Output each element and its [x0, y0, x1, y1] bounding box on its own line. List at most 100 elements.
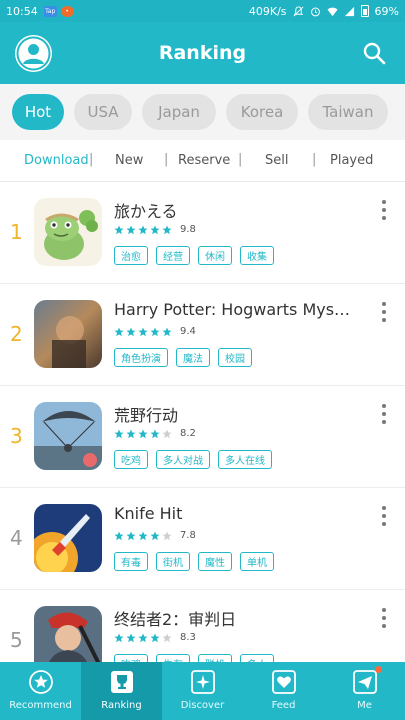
subtab-new[interactable]: New [115, 153, 143, 168]
star-icon [126, 531, 136, 540]
tag-list: 角色扮演 魔法 校园 [114, 348, 252, 367]
star-icon [138, 327, 148, 336]
genre-tag[interactable]: 多人对战 [156, 450, 210, 469]
genre-tag[interactable]: 有毒 [114, 552, 148, 571]
list-item[interactable]: 3 荒野行动 8.2 吃鸡 多人对战 多人在线 [0, 386, 405, 488]
list-item[interactable]: 4 Knife Hit 7.8 有毒 街机 魔性 单机 [0, 488, 405, 590]
list-item[interactable]: 2 Harry Potter: Hogwarts Mys… 9.4 角色扮演 魔… [0, 284, 405, 386]
star-icon [114, 327, 124, 336]
app-icon[interactable] [34, 504, 102, 572]
subtab-download[interactable]: Download [24, 153, 89, 168]
star-empty-icon [162, 633, 172, 642]
nav-recommend[interactable]: Recommend [0, 662, 81, 720]
genre-tag[interactable]: 多人在线 [218, 450, 272, 469]
nav-label: Discover [180, 700, 225, 711]
bottom-nav: Recommend Ranking Discover Feed Me [0, 662, 405, 720]
star-icon [150, 327, 160, 336]
star-icon [126, 327, 136, 336]
app-name: Knife Hit [114, 504, 183, 523]
star-rating: 9.4 [114, 326, 196, 337]
genre-tag[interactable]: 经营 [156, 246, 190, 265]
subtab-played[interactable]: Played [330, 153, 373, 168]
list-item[interactable]: 1 旅かえる 9.8 治愈 经营 休闲 收集 [0, 182, 405, 284]
nav-label: Me [357, 700, 372, 711]
star-rating: 7.8 [114, 530, 196, 541]
nav-feed[interactable]: Feed [243, 662, 324, 720]
genre-tag[interactable]: 治愈 [114, 246, 148, 265]
mute-icon [293, 5, 303, 16]
tag-list: 治愈 经营 休闲 收集 [114, 246, 274, 265]
star-icon [150, 225, 160, 234]
search-icon[interactable] [361, 40, 387, 66]
region-tab-taiwan[interactable]: Taiwan [308, 94, 388, 130]
star-icon [150, 633, 160, 642]
more-options-icon[interactable] [381, 200, 387, 220]
more-options-icon[interactable] [381, 608, 387, 628]
rating-score: 9.4 [180, 326, 196, 337]
rank-number: 3 [10, 424, 23, 448]
paper-plane-icon [352, 670, 377, 694]
heart-icon [271, 670, 296, 694]
region-tab-japan[interactable]: Japan [142, 94, 216, 130]
avatar[interactable] [15, 35, 52, 72]
genre-tag[interactable]: 吃鸡 [114, 450, 148, 469]
nav-me[interactable]: Me [324, 662, 405, 720]
app-name: 旅かえる [114, 202, 178, 221]
user-icon [16, 36, 51, 71]
genre-tag[interactable]: 休闲 [198, 246, 232, 265]
star-rating: 8.3 [114, 632, 196, 643]
trophy-icon [110, 671, 133, 693]
ranking-list: 1 旅かえる 9.8 治愈 经营 休闲 收集 2 Harry Potter: H… [0, 182, 405, 692]
star-icon [162, 225, 172, 234]
rating-score: 8.3 [180, 632, 196, 643]
tag-list: 有毒 街机 魔性 单机 [114, 552, 274, 571]
tag-list: 吃鸡 多人对战 多人在线 [114, 450, 272, 469]
star-rating: 8.2 [114, 428, 196, 439]
signal-icon [344, 6, 354, 16]
status-time: 10:54 [6, 4, 38, 18]
subtab-reserve[interactable]: Reserve [178, 153, 230, 168]
rank-number: 2 [10, 322, 23, 346]
page-title: Ranking [158, 42, 247, 64]
region-tab-usa[interactable]: USA [74, 94, 132, 130]
region-tab-korea[interactable]: Korea [226, 94, 298, 130]
ranking-type-tabs: Download | New | Reserve | Sell | Played [0, 140, 405, 182]
rank-number: 5 [10, 628, 23, 652]
star-rating: 9.8 [114, 224, 196, 235]
app-header: Ranking [0, 22, 405, 84]
nav-ranking[interactable]: Ranking [81, 662, 162, 720]
battery-icon [360, 5, 369, 17]
subtab-sell[interactable]: Sell [265, 153, 288, 168]
star-icon [126, 429, 136, 438]
notification-app-icon: • [60, 5, 74, 17]
app-icon[interactable] [34, 198, 102, 266]
genre-tag[interactable]: 魔法 [176, 348, 210, 367]
nav-discover[interactable]: Discover [162, 662, 243, 720]
harry-potter-app-icon [34, 300, 102, 368]
genre-tag[interactable]: 校园 [218, 348, 252, 367]
wifi-icon [327, 7, 338, 16]
app-name: 终结者2：审判日 [114, 610, 237, 629]
more-options-icon[interactable] [381, 506, 387, 526]
star-empty-icon [162, 429, 172, 438]
more-options-icon[interactable] [381, 404, 387, 424]
discover-icon [190, 670, 215, 694]
star-icon [114, 531, 124, 540]
genre-tag[interactable]: 角色扮演 [114, 348, 168, 367]
app-icon[interactable] [34, 402, 102, 470]
genre-tag[interactable]: 收集 [240, 246, 274, 265]
nav-label: Ranking [101, 700, 142, 711]
tab-separator: | [164, 152, 169, 167]
star-icon [138, 633, 148, 642]
star-icon [28, 670, 53, 694]
alarm-icon [310, 7, 320, 16]
genre-tag[interactable]: 街机 [156, 552, 190, 571]
genre-tag[interactable]: 魔性 [198, 552, 232, 571]
more-options-icon[interactable] [381, 302, 387, 322]
app-icon[interactable] [34, 300, 102, 368]
star-icon [138, 225, 148, 234]
genre-tag[interactable]: 单机 [240, 552, 274, 571]
region-tab-hot[interactable]: Hot [12, 94, 64, 130]
star-icon [126, 633, 136, 642]
rating-score: 9.8 [180, 224, 196, 235]
